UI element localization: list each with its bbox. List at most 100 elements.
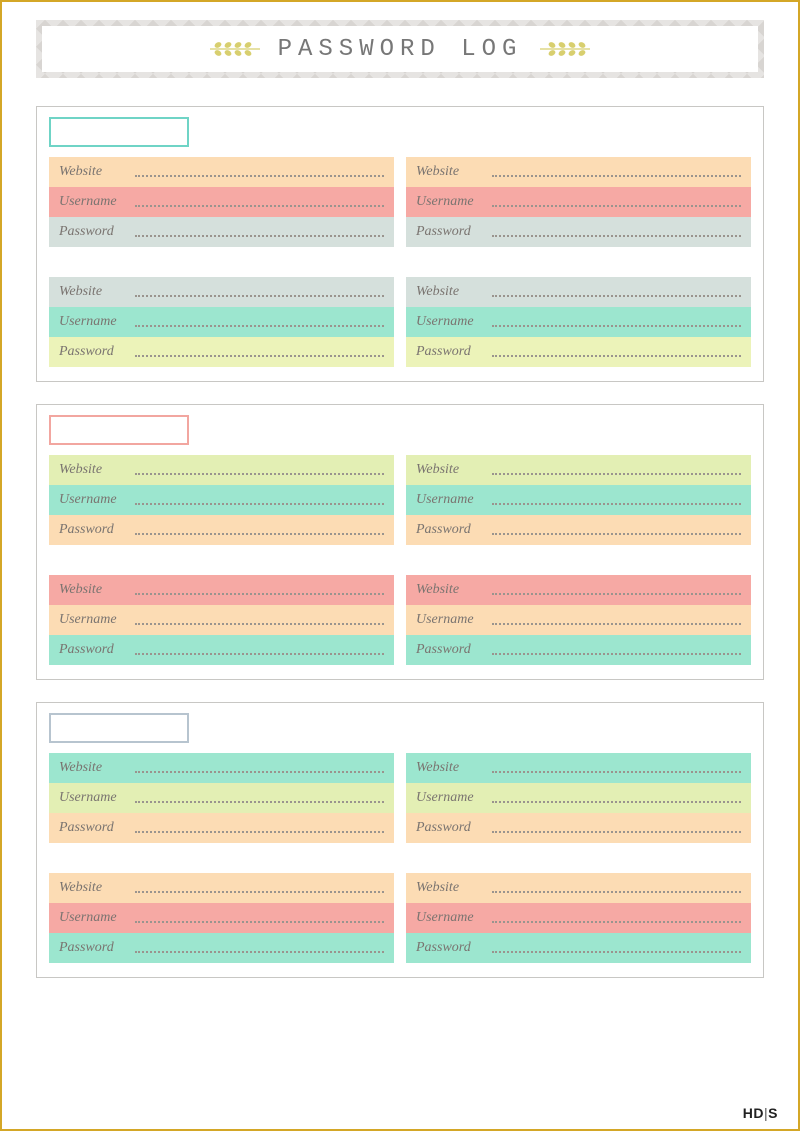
entry-row: Website xyxy=(49,753,394,783)
website-label: Website xyxy=(416,462,486,478)
entry-row: Password xyxy=(49,813,394,843)
website-input-line[interactable] xyxy=(492,287,741,297)
entry-row: Website xyxy=(406,873,751,903)
username-input-line[interactable] xyxy=(135,793,384,803)
username-input-line[interactable] xyxy=(492,495,741,505)
website-label: Website xyxy=(59,164,129,180)
category-input-box[interactable] xyxy=(49,117,189,147)
password-label: Password xyxy=(59,642,129,658)
entry-row: Password xyxy=(406,217,751,247)
entry-row: Website xyxy=(406,157,751,187)
password-input-line[interactable] xyxy=(492,823,741,833)
category-input-box[interactable] xyxy=(49,415,189,445)
username-label: Username xyxy=(59,194,129,210)
password-input-line[interactable] xyxy=(135,823,384,833)
password-section: Website Website Username Username Password Pa… xyxy=(36,404,764,680)
block-spacer xyxy=(49,545,751,553)
password-label: Password xyxy=(416,344,486,360)
username-label: Username xyxy=(59,492,129,508)
entry-row: Website xyxy=(406,575,751,605)
laurel-right-icon xyxy=(538,41,592,57)
footer-brand-text: HD xyxy=(743,1105,764,1121)
password-input-line[interactable] xyxy=(492,943,741,953)
website-input-line[interactable] xyxy=(135,465,384,475)
password-label: Password xyxy=(416,642,486,658)
website-label: Website xyxy=(59,760,129,776)
entry-row: Password xyxy=(49,635,394,665)
username-input-line[interactable] xyxy=(135,317,384,327)
website-label: Website xyxy=(59,284,129,300)
entry-row: Website xyxy=(49,873,394,903)
entries-grid: Website Website Username Username Password Pa… xyxy=(49,157,751,367)
entry-row: Password xyxy=(406,813,751,843)
password-input-line[interactable] xyxy=(492,227,741,237)
username-label: Username xyxy=(59,910,129,926)
entry-row: Username xyxy=(406,485,751,515)
password-input-line[interactable] xyxy=(492,645,741,655)
category-input-box[interactable] xyxy=(49,713,189,743)
entry-row: Website xyxy=(49,157,394,187)
password-input-line[interactable] xyxy=(492,525,741,535)
entry-row: Website xyxy=(49,277,394,307)
username-input-line[interactable] xyxy=(135,615,384,625)
password-input-line[interactable] xyxy=(135,347,384,357)
website-input-line[interactable] xyxy=(135,585,384,595)
entry-row: Website xyxy=(406,455,751,485)
password-input-line[interactable] xyxy=(135,525,384,535)
website-input-line[interactable] xyxy=(492,883,741,893)
username-label: Username xyxy=(416,910,486,926)
header-banner: Password Log xyxy=(36,20,764,78)
password-input-line[interactable] xyxy=(135,227,384,237)
username-input-line[interactable] xyxy=(492,913,741,923)
website-label: Website xyxy=(416,582,486,598)
entry-row: Website xyxy=(49,575,394,605)
username-label: Username xyxy=(59,790,129,806)
website-label: Website xyxy=(59,462,129,478)
entry-row: Website xyxy=(49,455,394,485)
website-input-line[interactable] xyxy=(492,167,741,177)
username-input-line[interactable] xyxy=(492,197,741,207)
entry-row: Password xyxy=(49,217,394,247)
username-label: Username xyxy=(416,492,486,508)
entry-row: Password xyxy=(49,337,394,367)
password-input-line[interactable] xyxy=(135,645,384,655)
website-input-line[interactable] xyxy=(135,883,384,893)
entry-row: Username xyxy=(49,187,394,217)
password-label: Password xyxy=(416,224,486,240)
block-spacer xyxy=(49,843,751,851)
entries-grid: WebsiteWebsiteUsernameUsernamePasswordPa… xyxy=(49,753,751,963)
entry-row: Password xyxy=(49,933,394,963)
website-input-line[interactable] xyxy=(492,585,741,595)
website-input-line[interactable] xyxy=(492,763,741,773)
username-input-line[interactable] xyxy=(492,615,741,625)
website-input-line[interactable] xyxy=(135,167,384,177)
username-input-line[interactable] xyxy=(492,793,741,803)
username-label: Username xyxy=(59,612,129,628)
footer-brand-suffix: S xyxy=(768,1105,778,1121)
password-label: Password xyxy=(59,224,129,240)
username-input-line[interactable] xyxy=(135,197,384,207)
password-label: Password xyxy=(59,344,129,360)
website-input-line[interactable] xyxy=(135,763,384,773)
username-input-line[interactable] xyxy=(492,317,741,327)
username-input-line[interactable] xyxy=(135,495,384,505)
website-label: Website xyxy=(416,164,486,180)
entry-row: Website xyxy=(406,753,751,783)
username-label: Username xyxy=(416,314,486,330)
page-frame: Password Log WebsiteWebsiteUsernameUsern… xyxy=(0,0,800,1131)
password-input-line[interactable] xyxy=(492,347,741,357)
entry-row: Username xyxy=(406,783,751,813)
laurel-left-icon xyxy=(208,41,262,57)
entries-grid: Website Website Username Username Password Pa… xyxy=(49,455,751,665)
username-input-line[interactable] xyxy=(135,913,384,923)
password-input-line[interactable] xyxy=(135,943,384,953)
username-label: Username xyxy=(416,612,486,628)
website-label: Website xyxy=(59,880,129,896)
entry-row: Username xyxy=(49,903,394,933)
sections-container: WebsiteWebsiteUsernameUsernamePasswordPa… xyxy=(36,106,764,978)
entry-row: Password xyxy=(406,933,751,963)
website-input-line[interactable] xyxy=(492,465,741,475)
website-input-line[interactable] xyxy=(135,287,384,297)
block-spacer xyxy=(49,247,751,255)
entry-row: Username xyxy=(49,485,394,515)
